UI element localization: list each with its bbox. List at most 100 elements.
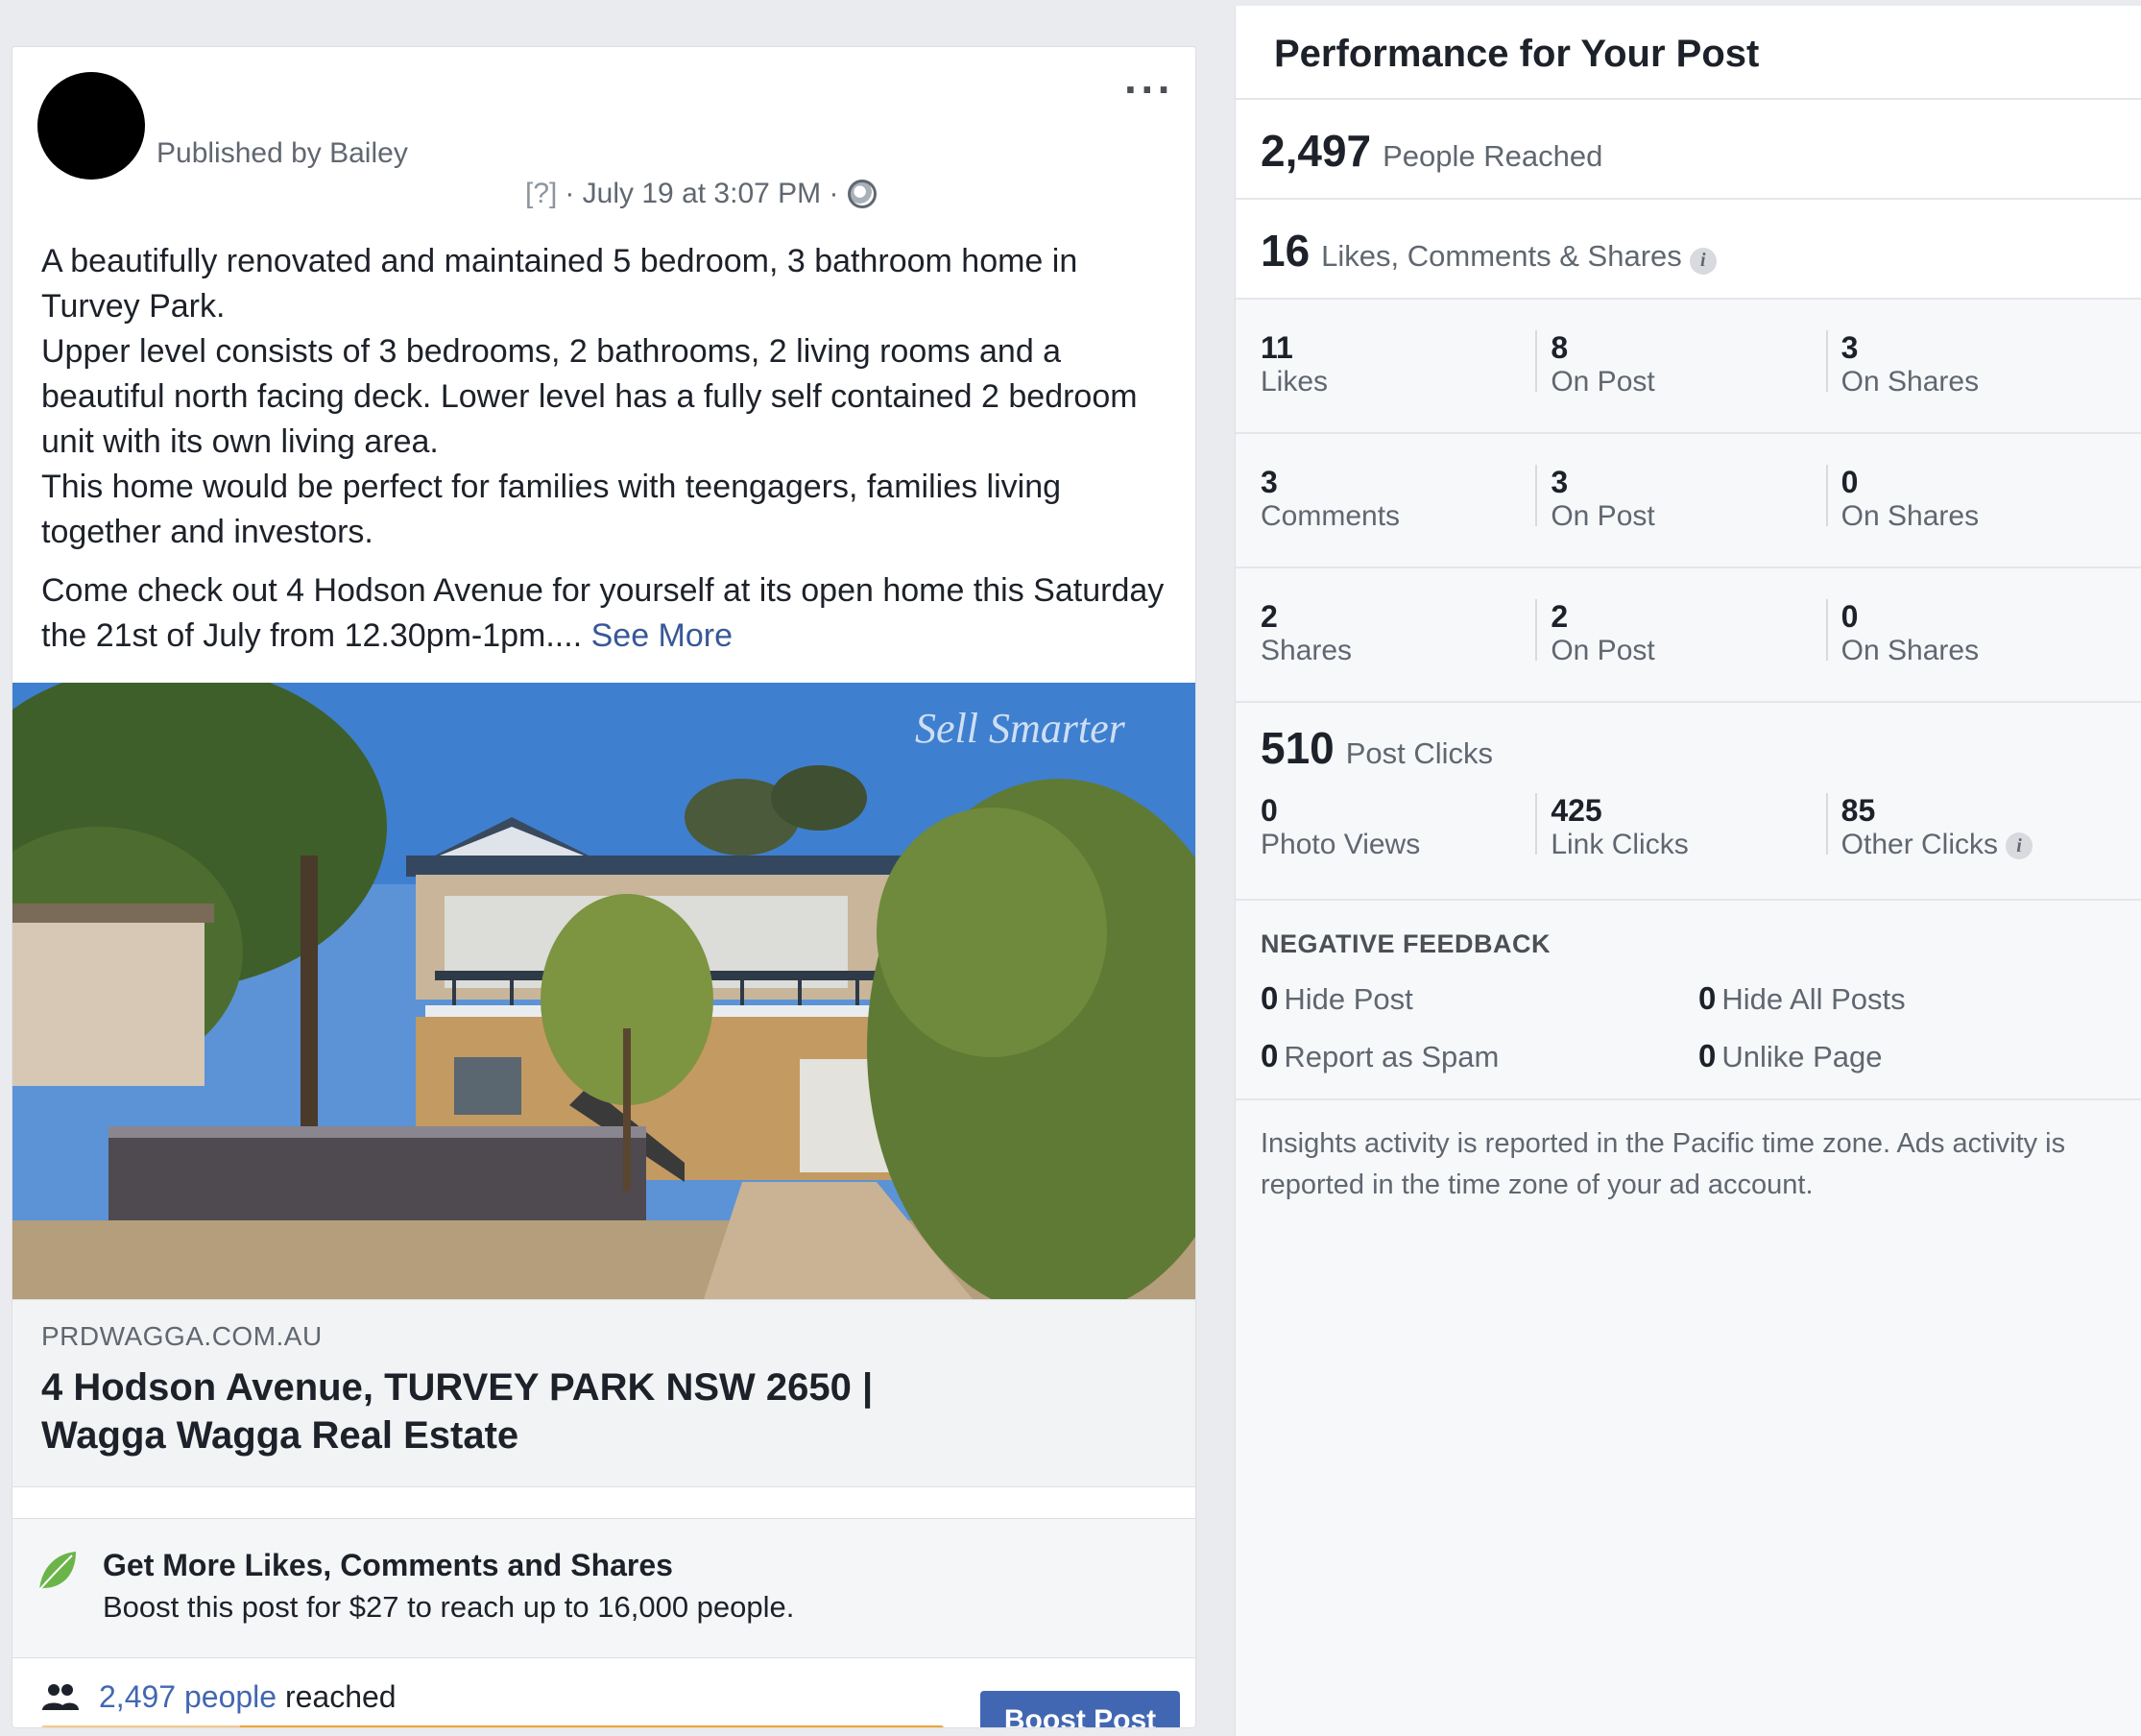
likes-row: 11 Likes 8 On Post 3 On Shares <box>1236 300 2141 434</box>
engagement-stat: 16 Likes, Comments & Shares i <box>1236 200 2141 300</box>
negative-count: 0 <box>1698 1038 1717 1073</box>
stat-number: 0 <box>1840 465 1859 499</box>
performance-panel: Performance for Your Post 2,497 People R… <box>1235 6 2141 1736</box>
see-more-link[interactable]: See More <box>591 617 733 654</box>
reach-progress-bar <box>41 1725 944 1727</box>
reach-text: 2,497 people reached <box>99 1679 397 1715</box>
negative-count: 0 <box>1698 980 1717 1016</box>
link-preview[interactable]: PRDWAGGA.COM.AU 4 Hodson Avenue, TURVEY … <box>12 1299 1195 1487</box>
negative-feedback-title: NEGATIVE FEEDBACK <box>1261 929 1552 958</box>
stat-label: On Post <box>1551 366 1655 398</box>
people-reached-stat: 2,497 People Reached <box>1236 100 2141 200</box>
people-reached-count: 2,497 <box>1261 126 1372 176</box>
people-icon <box>42 1684 79 1710</box>
negative-item-report-spam: 0 Report as Spam <box>1261 1038 1698 1074</box>
shares-row: 2 Shares 2 On Post 0 On Shares <box>1236 568 2141 703</box>
stat-cell: 2 Shares <box>1261 599 1535 701</box>
photo-watermark: Sell Smarter <box>915 705 1126 752</box>
post-clicks-stat: 510 Post Clicks <box>1261 722 2116 774</box>
stat-cell: 8 On Post <box>1535 330 1825 398</box>
avatar[interactable] <box>37 72 145 180</box>
negative-item-hide-all-posts: 0 Hide All Posts <box>1698 980 2116 1017</box>
people-reached-link[interactable]: 2,497 people <box>99 1679 277 1714</box>
stat-label: On Shares <box>1840 635 1980 666</box>
reach-row: 2,497 people reached Boost Post <box>12 1658 1195 1727</box>
stat-label: On Post <box>1551 500 1655 532</box>
stat-number: 8 <box>1551 330 1569 365</box>
post-clicks-block: 510 Post Clicks 0 Photo Views 425 Link C… <box>1236 703 2141 901</box>
post-timestamp[interactable]: · July 19 at 3:07 PM · <box>565 178 838 210</box>
stat-cell: 3 On Shares <box>1825 330 2116 398</box>
stat-label: Photo Views <box>1261 829 1421 860</box>
stat-number: 0 <box>1261 793 1278 828</box>
stat-cell: 0 On Shares <box>1825 465 2116 532</box>
negative-count: 0 <box>1261 980 1279 1016</box>
negative-feedback: NEGATIVE FEEDBACK 0 Hide Post 0 Hide All P… <box>1236 901 2141 1100</box>
publisher-label[interactable]: Published by Bailey <box>156 137 408 170</box>
stat-label: Other Clicks i <box>1841 828 2116 862</box>
performance-title: Performance for Your Post <box>1274 33 1760 75</box>
leaf-icon <box>38 1552 76 1591</box>
post-header: Published by Bailey <box>37 72 408 180</box>
reach-suffix: reached <box>277 1679 397 1714</box>
stat-label: On Shares <box>1840 500 1980 532</box>
post-card: ··· Published by Bailey [?] · July 19 at… <box>12 46 1196 1728</box>
info-icon[interactable]: i <box>1689 247 1717 275</box>
stat-number: 0 <box>1840 599 1859 634</box>
stat-label-text: Other Clicks <box>1840 829 1999 860</box>
stat-number: 85 <box>1840 793 1876 828</box>
link-title-line: Wagga Wagga Real Estate <box>41 1414 519 1457</box>
post-meta: [?] · July 19 at 3:07 PM · <box>525 178 878 210</box>
globe-icon[interactable] <box>848 180 878 208</box>
stat-cell: 11 Likes <box>1261 330 1535 432</box>
stat-number: 2 <box>1551 599 1569 634</box>
negative-label: Unlike Page <box>1721 1040 1883 1073</box>
link-title: 4 Hodson Avenue, TURVEY PARK NSW 2650 | … <box>41 1363 1167 1459</box>
negative-feedback-grid: 0 Hide Post 0 Hide All Posts 0 Report as Sp… <box>1261 980 2116 1074</box>
negative-count: 0 <box>1261 1038 1279 1073</box>
engagement-count: 16 <box>1261 226 1311 276</box>
promo-title: Get More Likes, Comments and Shares <box>103 1548 673 1582</box>
house-illustration: Sell Smarter <box>12 683 1195 1299</box>
comments-row: 3 Comments 3 On Post 0 On Shares <box>1236 434 2141 568</box>
negative-item-hide-post: 0 Hide Post <box>1261 980 1698 1017</box>
stat-number: 11 <box>1261 330 1293 365</box>
link-domain: PRDWAGGA.COM.AU <box>41 1321 323 1351</box>
stat-number: 3 <box>1551 465 1569 499</box>
promo-subtitle: Boost this post for $27 to reach up to 1… <box>103 1590 795 1624</box>
stat-cell: 3 On Post <box>1535 465 1825 532</box>
link-title-line: 4 Hodson Avenue, TURVEY PARK NSW 2650 | <box>41 1366 874 1409</box>
post-clicks-count: 510 <box>1261 723 1335 773</box>
negative-item-unlike-page: 0 Unlike Page <box>1698 1038 2116 1074</box>
help-link[interactable]: [?] <box>525 178 557 210</box>
post-paragraph: This home would be perfect for families … <box>41 469 1062 550</box>
negative-label: Hide All Posts <box>1721 982 1906 1016</box>
stat-label: Link Clicks <box>1551 829 1689 860</box>
negative-label: Hide Post <box>1284 982 1413 1016</box>
post-paragraph: Upper level consists of 3 bedrooms, 2 ba… <box>41 333 1138 460</box>
stat-cell: 85 Other Clicks i <box>1825 793 2116 860</box>
engagement-breakdown: 11 Likes 8 On Post 3 On Shares 3 Comment… <box>1236 300 2141 703</box>
stat-label: Likes <box>1261 366 1329 398</box>
stat-label: Shares <box>1261 635 1353 666</box>
boost-promo: Get More Likes, Comments and Shares Boos… <box>12 1518 1195 1658</box>
post-paragraph: Come check out 4 Hodson Avenue for yours… <box>41 568 1174 659</box>
engagement-label: Likes, Comments & Shares <box>1321 239 1682 273</box>
post-clicks-label: Post Clicks <box>1345 736 1494 770</box>
stat-number: 425 <box>1551 793 1602 828</box>
post-paragraph: A beautifully renovated and maintained 5… <box>41 243 1078 325</box>
more-options-icon[interactable]: ··· <box>1124 67 1174 111</box>
boost-post-button[interactable]: Boost Post <box>980 1691 1180 1727</box>
performance-header: Performance for Your Post <box>1236 6 2141 100</box>
post-clicks-breakdown: 0 Photo Views 425 Link Clicks 85 Other C… <box>1261 793 2116 862</box>
stat-label: Comments <box>1261 500 1401 532</box>
stat-cell: 2 On Post <box>1535 599 1825 666</box>
stat-cell: 0 On Shares <box>1825 599 2116 666</box>
stat-cell: 3 Comments <box>1261 465 1535 567</box>
people-reached-label: People Reached <box>1383 139 1603 173</box>
info-icon[interactable]: i <box>2006 832 2033 860</box>
negative-label: Report as Spam <box>1284 1040 1500 1073</box>
house-photo[interactable]: Sell Smarter <box>12 683 1195 1299</box>
stat-number: 2 <box>1261 599 1278 634</box>
stat-number: 3 <box>1261 465 1278 499</box>
